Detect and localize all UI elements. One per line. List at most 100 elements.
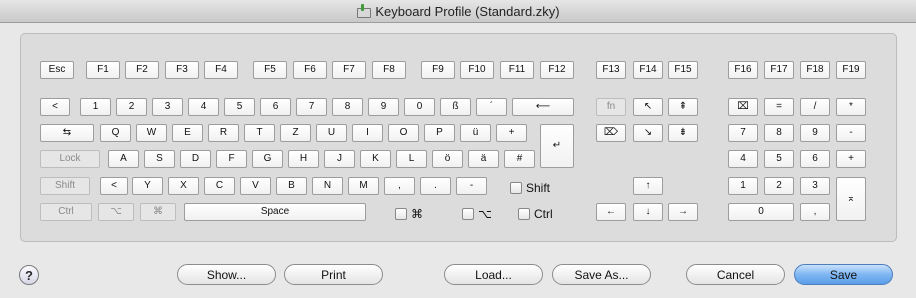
key-page-down[interactable]: ⇟ bbox=[668, 124, 698, 142]
key-x[interactable]: X bbox=[168, 177, 199, 195]
key-keypad-0[interactable]: 0 bbox=[728, 203, 794, 221]
key-t[interactable]: T bbox=[244, 124, 275, 142]
key-5[interactable]: 5 bbox=[224, 98, 255, 116]
key-h[interactable]: H bbox=[288, 150, 319, 168]
key-f2[interactable]: F2 bbox=[125, 61, 159, 79]
key-keypad-6[interactable]: 6 bbox=[800, 150, 830, 168]
key-keypad-plus[interactable]: + bbox=[836, 150, 866, 168]
key-n[interactable]: N bbox=[312, 177, 343, 195]
key-shift-left[interactable]: Shift bbox=[40, 177, 90, 195]
key-y[interactable]: Y bbox=[132, 177, 163, 195]
key-k[interactable]: K bbox=[360, 150, 391, 168]
key-s[interactable]: S bbox=[144, 150, 175, 168]
key-f1[interactable]: F1 bbox=[86, 61, 120, 79]
key-esc[interactable]: Esc bbox=[40, 61, 74, 79]
key-f19[interactable]: F19 bbox=[836, 61, 866, 79]
key-f18[interactable]: F18 bbox=[800, 61, 830, 79]
modifier-shift-checkbox[interactable] bbox=[510, 182, 522, 194]
key-r[interactable]: R bbox=[208, 124, 239, 142]
key-page-up[interactable]: ⇞ bbox=[668, 98, 698, 116]
key-p[interactable]: P bbox=[424, 124, 455, 142]
key-keypad-9[interactable]: 9 bbox=[800, 124, 830, 142]
key-4[interactable]: 4 bbox=[188, 98, 219, 116]
key-keypad-enter[interactable]: ⌅ bbox=[836, 177, 866, 221]
key-f[interactable]: F bbox=[216, 150, 247, 168]
key-f17[interactable]: F17 bbox=[764, 61, 794, 79]
key-o-umlaut[interactable]: ö bbox=[432, 150, 463, 168]
key-o[interactable]: O bbox=[388, 124, 419, 142]
cancel-button[interactable]: Cancel bbox=[686, 264, 785, 285]
key-u[interactable]: U bbox=[316, 124, 347, 142]
key-f12[interactable]: F12 bbox=[540, 61, 574, 79]
key-forward-delete[interactable]: ⌦ bbox=[596, 124, 626, 142]
key-arrow-up[interactable]: ↑ bbox=[633, 177, 663, 195]
key-arrow-right[interactable]: → bbox=[668, 203, 698, 221]
modifier-ctrl[interactable]: Ctrl bbox=[518, 207, 553, 221]
print-button[interactable]: Print bbox=[284, 264, 383, 285]
key-6[interactable]: 6 bbox=[260, 98, 291, 116]
key-space[interactable]: Space bbox=[184, 203, 366, 221]
key-keypad-8[interactable]: 8 bbox=[764, 124, 794, 142]
key-keypad-multiply[interactable]: * bbox=[836, 98, 866, 116]
key-f14[interactable]: F14 bbox=[633, 61, 663, 79]
key-u-umlaut[interactable]: ü bbox=[460, 124, 491, 142]
key-w[interactable]: W bbox=[136, 124, 167, 142]
key-z[interactable]: Z bbox=[280, 124, 311, 142]
key-f16[interactable]: F16 bbox=[728, 61, 758, 79]
key-minus[interactable]: - bbox=[456, 177, 487, 195]
key-keypad-equal[interactable]: = bbox=[764, 98, 794, 116]
key-f6[interactable]: F6 bbox=[293, 61, 327, 79]
modifier-command[interactable]: ⌘ bbox=[395, 207, 423, 221]
key-c[interactable]: C bbox=[204, 177, 235, 195]
key-d[interactable]: D bbox=[180, 150, 211, 168]
modifier-ctrl-checkbox[interactable] bbox=[518, 208, 530, 220]
key-f10[interactable]: F10 bbox=[460, 61, 494, 79]
key-plus[interactable]: + bbox=[496, 124, 527, 142]
key-keypad-5[interactable]: 5 bbox=[764, 150, 794, 168]
key-arrow-down[interactable]: ↓ bbox=[633, 203, 663, 221]
modifier-shift[interactable]: Shift bbox=[510, 181, 550, 195]
key-tab[interactable]: ⇆ bbox=[40, 124, 94, 142]
key-ctrl[interactable]: Ctrl bbox=[40, 203, 92, 221]
key-period[interactable]: . bbox=[420, 177, 451, 195]
key-2[interactable]: 2 bbox=[116, 98, 147, 116]
key-option[interactable]: ⌥ bbox=[98, 203, 134, 221]
key-a[interactable]: A bbox=[108, 150, 139, 168]
modifier-option-checkbox[interactable] bbox=[462, 208, 474, 220]
key-m[interactable]: M bbox=[348, 177, 379, 195]
key-arrow-left[interactable]: ← bbox=[596, 203, 626, 221]
show-button[interactable]: Show... bbox=[177, 264, 276, 285]
modifier-command-checkbox[interactable] bbox=[395, 208, 407, 220]
key-keypad-minus[interactable]: - bbox=[836, 124, 866, 142]
key-f15[interactable]: F15 bbox=[668, 61, 698, 79]
key-caret[interactable]: < bbox=[40, 98, 70, 116]
key-g[interactable]: G bbox=[252, 150, 283, 168]
key-f13[interactable]: F13 bbox=[596, 61, 626, 79]
key-1[interactable]: 1 bbox=[80, 98, 111, 116]
key-9[interactable]: 9 bbox=[368, 98, 399, 116]
key-f5[interactable]: F5 bbox=[253, 61, 287, 79]
key-sharp-s[interactable]: ß bbox=[440, 98, 471, 116]
key-e[interactable]: E bbox=[172, 124, 203, 142]
key-l[interactable]: L bbox=[396, 150, 427, 168]
key-7[interactable]: 7 bbox=[296, 98, 327, 116]
key-f9[interactable]: F9 bbox=[421, 61, 455, 79]
key-v[interactable]: V bbox=[240, 177, 271, 195]
key-backspace[interactable]: ⟵ bbox=[512, 98, 574, 116]
key-a-umlaut[interactable]: ä bbox=[468, 150, 499, 168]
key-keypad-divide[interactable]: / bbox=[800, 98, 830, 116]
key-f3[interactable]: F3 bbox=[165, 61, 199, 79]
key-end[interactable]: ↘ bbox=[633, 124, 663, 142]
help-button[interactable]: ? bbox=[19, 265, 39, 285]
key-comma[interactable]: , bbox=[384, 177, 415, 195]
key-caps-lock[interactable]: Lock bbox=[40, 150, 100, 168]
key-3[interactable]: 3 bbox=[152, 98, 183, 116]
key-return[interactable]: ↵ bbox=[540, 124, 574, 168]
key-j[interactable]: J bbox=[324, 150, 355, 168]
save-button[interactable]: Save bbox=[794, 264, 893, 285]
key-f8[interactable]: F8 bbox=[372, 61, 406, 79]
key-keypad-3[interactable]: 3 bbox=[800, 177, 830, 195]
key-clear[interactable]: ⌧ bbox=[728, 98, 758, 116]
key-f7[interactable]: F7 bbox=[332, 61, 366, 79]
key-hash[interactable]: # bbox=[504, 150, 535, 168]
